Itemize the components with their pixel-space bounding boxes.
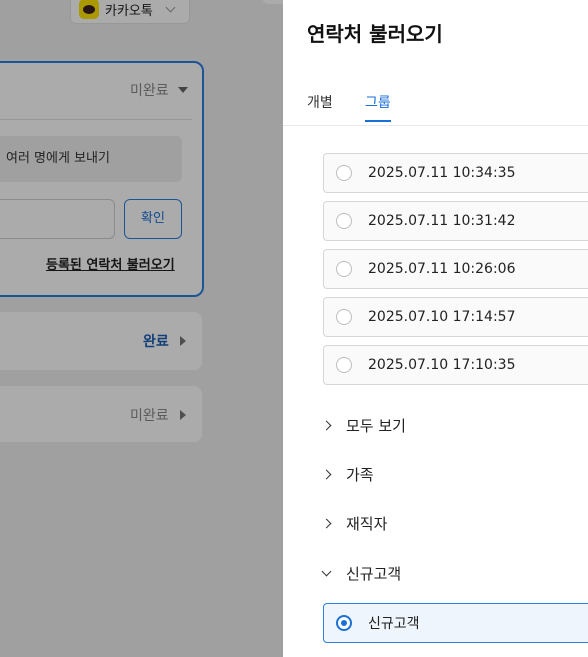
history-label: 2025.07.11 10:26:06 — [368, 261, 516, 277]
group-toggle-new-customers[interactable]: 신규고객 — [321, 561, 402, 585]
group-item[interactable]: 신규고객 — [323, 603, 588, 643]
group-item-label: 신규고객 — [368, 616, 420, 632]
history-label: 2025.07.11 10:31:42 — [368, 213, 516, 229]
history-item[interactable]: 2025.07.11 10:26:06 — [323, 249, 588, 289]
history-label: 2025.07.11 10:34:35 — [368, 165, 516, 181]
group-label: 가족 — [346, 465, 374, 484]
radio-button[interactable] — [336, 261, 352, 277]
radio-button[interactable] — [336, 309, 352, 325]
chevron-right-icon — [321, 469, 332, 479]
contacts-drawer: 연락처 불러오기 개별 그룹 2025.07.11 10:34:35 2025.… — [283, 0, 588, 657]
history-label: 2025.07.10 17:10:35 — [368, 357, 516, 373]
radio-button[interactable] — [336, 213, 352, 229]
radio-button[interactable] — [336, 357, 352, 373]
chevron-right-icon — [321, 518, 332, 528]
history-item[interactable]: 2025.07.10 17:10:35 — [323, 345, 588, 385]
group-toggle-employees[interactable]: 재직자 — [321, 511, 388, 535]
chevron-down-icon — [321, 566, 332, 576]
history-item[interactable]: 2025.07.10 17:14:57 — [323, 297, 588, 337]
history-item[interactable]: 2025.07.11 10:34:35 — [323, 153, 588, 193]
group-label: 모두 보기 — [346, 416, 406, 435]
chevron-right-icon — [321, 420, 332, 430]
tab-individual[interactable]: 개별 — [307, 92, 333, 120]
panel-title: 연락처 불러오기 — [307, 22, 443, 46]
tab-bar: 개별 그룹 — [283, 92, 588, 126]
radio-button[interactable] — [336, 165, 352, 181]
tab-group[interactable]: 그룹 — [365, 92, 391, 122]
history-item[interactable]: 2025.07.11 10:31:42 — [323, 201, 588, 241]
history-label: 2025.07.10 17:14:57 — [368, 309, 516, 325]
group-label: 재직자 — [346, 514, 388, 533]
group-label: 신규고객 — [346, 564, 402, 583]
group-toggle-all[interactable]: 모두 보기 — [321, 413, 406, 437]
group-toggle-family[interactable]: 가족 — [321, 462, 374, 486]
radio-button-selected[interactable] — [336, 615, 352, 631]
